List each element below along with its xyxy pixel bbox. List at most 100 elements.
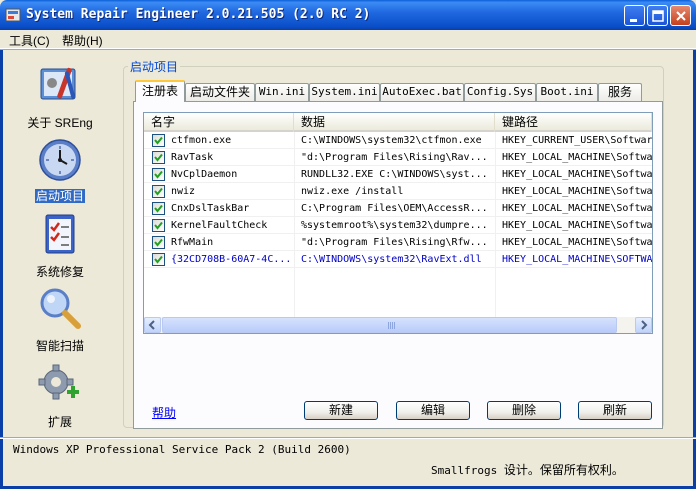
refresh-button[interactable]: 刷新 [578,401,652,420]
row-checkbox[interactable] [152,253,165,266]
checklist-icon [45,214,75,254]
column-name[interactable]: 名字 [144,113,294,132]
scroll-thumb[interactable] [162,317,617,333]
table-row[interactable]: KernelFaultCheck %systemroot%\system32\du… [144,217,652,234]
title-bar[interactable]: System Repair Engineer 2.0.21.505 (2.0 R… [0,0,696,30]
column-data[interactable]: 数据 [294,113,495,132]
nav-label-repair: 系统修复 [35,265,84,279]
clock-icon [39,139,81,181]
startup-list[interactable]: 名字 数据 键路径 ctfmon.exe C:\WINDOWS\system32\… [143,112,653,334]
list-header: 名字 数据 键路径 [144,113,652,132]
row-checkbox[interactable] [152,134,165,147]
cell-data: C:\WINDOWS\system32\ctfmon.exe [301,135,482,146]
cell-key: HKEY_LOCAL_MACHINE\Softwa [502,220,652,231]
checkmark-icon [154,204,163,213]
cell-key: HKEY_LOCAL_MACHINE\Softwa [502,169,652,180]
table-row[interactable]: RfwMain "d:\Program Files\Rising\Rfw... HK… [144,234,652,251]
checkmark-icon [154,255,163,264]
row-checkbox[interactable] [152,168,165,181]
cell-data: "d:\Program Files\Rising\Rfw... [301,237,488,248]
cell-key: HKEY_LOCAL_MACHINE\Softwa [502,186,652,197]
tab-services[interactable]: 服务 [598,83,642,101]
delete-button[interactable]: 删除 [487,401,561,420]
nav-item-startup[interactable]: 启动项目 [0,136,120,206]
cell-data: nwiz.exe /install [301,186,404,197]
cell-name: RavTask [171,152,214,163]
scroll-left-button[interactable] [144,317,161,333]
checkmark-icon [154,221,163,230]
menu-tools[interactable]: 工具(C) [9,32,50,49]
row-checkbox[interactable] [152,236,165,249]
cell-name: RfwMain [171,237,214,248]
cell-name: nwiz [171,186,196,197]
table-row[interactable]: CnxDslTaskBar C:\Program Files\OEM\Access… [144,200,652,217]
tab-boot-ini[interactable]: Boot.ini [536,83,598,101]
table-row[interactable]: RavTask "d:\Program Files\Rising\Rav... HK… [144,149,652,166]
cell-data: C:\WINDOWS\system32\RavExt.dll [301,254,482,265]
table-row[interactable]: nwiz nwiz.exe /install HKEY_LOCAL_MACHINE\… [144,183,652,200]
nav-label-startup: 启动项目 [34,189,85,203]
chevron-right-icon [641,320,648,330]
window-title: System Repair Engineer 2.0.21.505 (2.0 R… [26,7,371,22]
nav-item-scan[interactable]: 智能扫描 [0,286,120,356]
gear-plus-icon [38,364,79,400]
row-checkbox[interactable] [152,185,165,198]
tab-startup-folder[interactable]: 启动文件夹 [185,83,255,101]
new-button[interactable]: 新建 [304,401,378,420]
maximize-button[interactable] [647,5,668,26]
cell-key: HKEY_LOCAL_MACHINE\Softwa [502,237,652,248]
column-key[interactable]: 键路径 [495,113,652,132]
cell-data: "d:\Program Files\Rising\Rav... [301,152,488,163]
table-row[interactable]: NvCplDaemon RUNDLL32.EXE C:\WINDOWS\syst.… [144,166,652,183]
nav-item-about[interactable]: 关于 SREng [0,58,120,130]
nav-item-repair[interactable]: 系统修复 [0,212,120,282]
cell-name: KernelFaultCheck [171,220,268,231]
group-title: 启动项目 [128,58,181,75]
horizontal-scrollbar[interactable] [144,317,652,333]
cell-key: HKEY_CURRENT_USER\Softwar [502,135,652,146]
app-icon [5,8,21,22]
copyright-text: Smallfrogs 设计。保留所有权利。 [431,463,624,477]
checkmark-icon [154,238,163,247]
checkmark-icon [154,187,163,196]
edit-button[interactable]: 编辑 [396,401,470,420]
nav-label-extend: 扩展 [47,415,72,429]
cell-data: RUNDLL32.EXE C:\WINDOWS\syst... [301,169,488,180]
tab-config-sys[interactable]: Config.Sys [464,83,536,101]
tab-autoexec-bat[interactable]: AutoExec.bat [380,83,464,101]
scroll-right-button[interactable] [635,317,652,333]
minimize-button[interactable] [624,5,645,26]
maximize-icon [652,10,664,22]
table-row[interactable]: {32CD708B-60A7-4C... C:\WINDOWS\system32\… [144,251,652,268]
status-separator [0,437,696,439]
scroll-grip [388,322,396,329]
checkmark-icon [154,153,163,162]
cell-name: CnxDslTaskBar [171,203,250,214]
row-checkbox[interactable] [152,202,165,215]
cell-name: ctfmon.exe [171,135,232,146]
cell-name: NvCplDaemon [171,169,238,180]
minimize-icon [630,19,637,22]
tab-win-ini[interactable]: Win.ini [255,83,309,101]
nav-label-scan: 智能扫描 [35,339,84,353]
row-checkbox[interactable] [152,219,165,232]
close-icon [676,11,686,21]
menu-help[interactable]: 帮助(H) [62,32,103,49]
cell-key: HKEY_LOCAL_MACHINE\Softwa [502,203,652,214]
cell-key: HKEY_LOCAL_MACHINE\SOFTWA [502,254,652,265]
os-version-text: Windows XP Professional Service Pack 2 (… [13,443,351,456]
tab-system-ini[interactable]: System.ini [309,83,380,101]
cell-name: {32CD708B-60A7-4C... [171,254,292,265]
checkmark-icon [154,170,163,179]
cell-data: C:\Program Files\OEM\AccessR... [301,203,488,214]
table-row[interactable]: ctfmon.exe C:\WINDOWS\system32\ctfmon.exe… [144,132,652,149]
nav-item-extend[interactable]: 扩展 [0,362,120,432]
nav-label-about: 关于 SREng [27,116,93,130]
help-link[interactable]: 帮助 [152,404,176,421]
close-button[interactable] [670,5,691,26]
tab-registry[interactable]: 注册表 [135,80,185,102]
magnifier-icon [40,288,81,329]
chevron-left-icon [148,320,155,330]
row-checkbox[interactable] [152,151,165,164]
checkmark-icon [154,136,163,145]
